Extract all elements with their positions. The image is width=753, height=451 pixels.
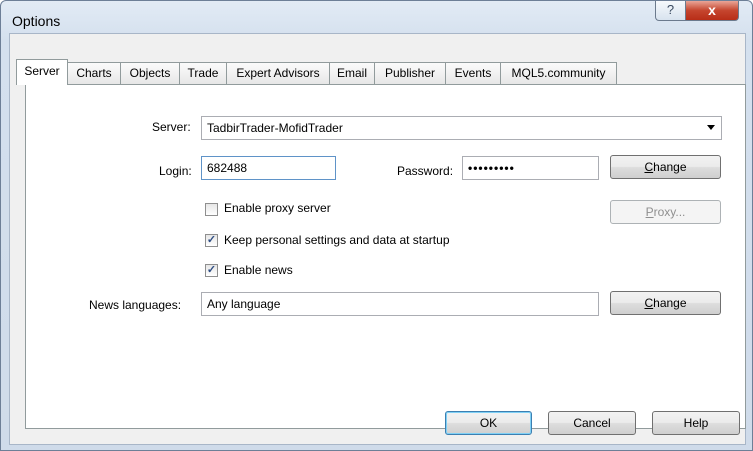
title-bar: Options ? x bbox=[1, 1, 752, 35]
enable-proxy-label[interactable]: Enable proxy server bbox=[224, 201, 331, 215]
tab-publisher[interactable]: Publisher bbox=[374, 62, 446, 84]
change-news-label: hange bbox=[653, 296, 687, 310]
change-accesskey: C bbox=[644, 160, 654, 174]
change-news-language-button[interactable]: Change bbox=[610, 291, 721, 315]
password-label: Password: bbox=[397, 164, 454, 178]
proxy-label: roxy... bbox=[653, 205, 686, 219]
ok-button[interactable]: OK bbox=[445, 411, 532, 435]
keep-settings-checkbox[interactable]: ✓ bbox=[205, 234, 218, 247]
enable-proxy-checkbox[interactable] bbox=[205, 203, 218, 216]
tab-objects[interactable]: Objects bbox=[120, 62, 180, 84]
proxy-button[interactable]: Proxy... bbox=[610, 200, 721, 224]
news-languages-label: News languages: bbox=[89, 298, 182, 312]
news-languages-field[interactable]: Any language bbox=[201, 292, 599, 316]
cancel-button[interactable]: Cancel bbox=[548, 411, 636, 435]
window-title: Options bbox=[12, 13, 61, 29]
enable-news-checkbox[interactable]: ✓ bbox=[205, 264, 218, 277]
server-value: TadbirTrader-MofidTrader bbox=[207, 121, 343, 135]
change-label: hange bbox=[653, 160, 687, 174]
close-icon[interactable]: x bbox=[685, 1, 739, 21]
login-value: 682488 bbox=[207, 161, 248, 175]
server-label: Server: bbox=[152, 120, 191, 134]
tab-email[interactable]: Email bbox=[329, 62, 375, 84]
help-button[interactable]: Help bbox=[652, 411, 740, 435]
keep-settings-label[interactable]: Keep personal settings and data at start… bbox=[224, 233, 450, 247]
help-icon[interactable]: ? bbox=[655, 1, 686, 21]
change-news-accesskey: C bbox=[644, 296, 654, 310]
news-languages-value: Any language bbox=[207, 297, 281, 311]
tab-expert-advisors[interactable]: Expert Advisors bbox=[226, 62, 330, 84]
server-select[interactable]: TadbirTrader-MofidTrader bbox=[201, 116, 722, 140]
enable-news-label[interactable]: Enable news bbox=[224, 263, 293, 277]
tab-mql5-community[interactable]: MQL5.community bbox=[500, 62, 617, 84]
change-password-button[interactable]: Change bbox=[610, 155, 721, 179]
tab-trade[interactable]: Trade bbox=[179, 62, 227, 84]
tab-charts[interactable]: Charts bbox=[67, 62, 121, 84]
password-input[interactable]: ••••••••• bbox=[462, 156, 599, 180]
login-input[interactable]: 682488 bbox=[201, 156, 336, 180]
proxy-accesskey: P bbox=[645, 205, 654, 219]
chevron-down-icon[interactable] bbox=[707, 125, 715, 130]
tab-server[interactable]: Server bbox=[16, 59, 68, 85]
options-dialog: Options ? x Server Charts Objects Trade … bbox=[0, 0, 753, 451]
tab-events[interactable]: Events bbox=[445, 62, 501, 84]
password-value: ••••••••• bbox=[468, 161, 515, 175]
login-label: Login: bbox=[159, 164, 192, 178]
